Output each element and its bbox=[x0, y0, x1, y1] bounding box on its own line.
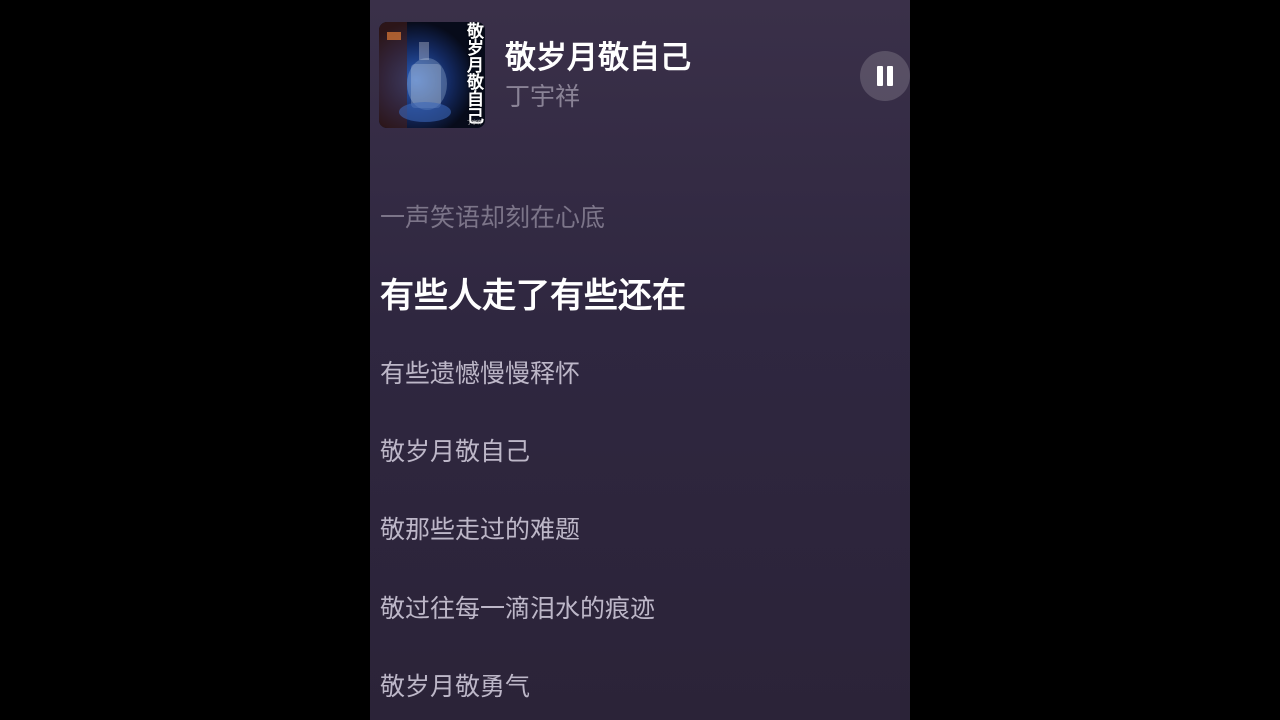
lyric-line[interactable]: 敬岁月敬自己 bbox=[380, 435, 530, 469]
lyric-line[interactable]: 敬那些走过的难题 bbox=[380, 513, 580, 547]
song-title: 敬岁月敬自己 bbox=[505, 40, 691, 76]
pause-button[interactable] bbox=[860, 51, 910, 101]
now-playing-header: 敬岁月敬自己 丁宇祥 敬岁月敬自己 丁宇祥 bbox=[370, 0, 910, 140]
lyric-line[interactable]: 敬过往每一滴泪水的痕迹 bbox=[380, 592, 655, 626]
album-cover-title: 敬岁月敬自己 bbox=[463, 22, 483, 124]
album-cover[interactable]: 敬岁月敬自己 丁宇祥 bbox=[379, 22, 485, 128]
lyric-line[interactable]: 有些遗憾慢慢释怀 bbox=[380, 357, 580, 391]
video-frame: 敬岁月敬自己 丁宇祥 敬岁月敬自己 丁宇祥 一声笑语却刻在心底 有些人走了有些还… bbox=[0, 0, 1280, 720]
song-artist: 丁宇祥 bbox=[505, 82, 581, 111]
lyric-line-active[interactable]: 有些人走了有些还在 bbox=[380, 274, 686, 318]
pause-icon bbox=[877, 66, 893, 86]
album-cover-credit: 丁宇祥 bbox=[466, 120, 482, 126]
lyric-line[interactable]: 敬岁月敬勇气 bbox=[380, 670, 530, 704]
lyrics-player-screen: 敬岁月敬自己 丁宇祥 敬岁月敬自己 丁宇祥 一声笑语却刻在心底 有些人走了有些还… bbox=[370, 0, 910, 720]
lyric-line-past[interactable]: 一声笑语却刻在心底 bbox=[380, 201, 605, 235]
